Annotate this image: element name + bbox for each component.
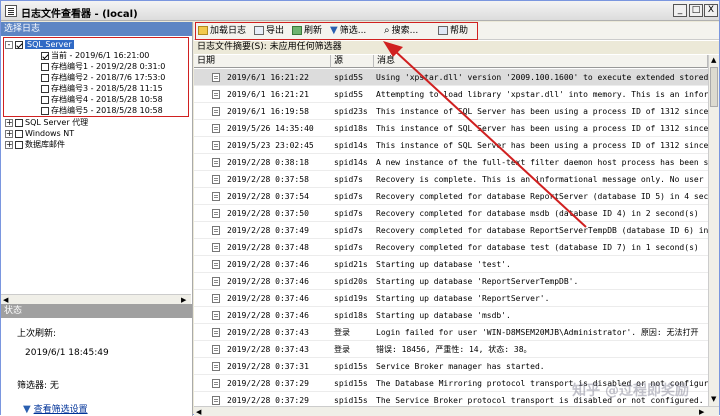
log-viewer-window: 日志文件查看器 - (local) _ □ X 选择日志 - SQL Server…	[0, 0, 720, 416]
annotation-arrow	[383, 41, 587, 228]
watermark: 知乎 @过程即奖励	[572, 383, 689, 399]
